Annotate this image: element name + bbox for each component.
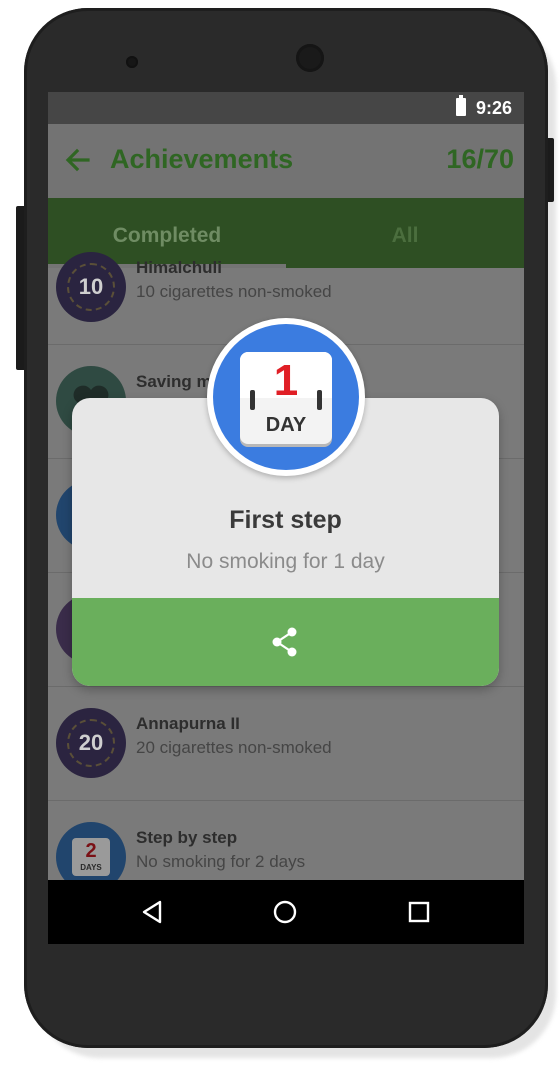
achievement-name: Himalchuli — [136, 258, 222, 277]
achievement-medal: 1 DAY — [207, 318, 365, 476]
front-camera — [296, 44, 324, 72]
achievement-description: 10 cigarettes non-smoked — [136, 282, 332, 301]
share-icon — [272, 627, 297, 657]
achievement-badge: 10 — [56, 252, 126, 322]
app-bar: Achievements 16/70 — [48, 124, 524, 198]
calendar-hinge — [317, 390, 322, 410]
dialog-title: First step — [229, 506, 342, 534]
badge-number: 20 — [78, 730, 104, 755]
achievement-name: Saving m — [136, 372, 212, 391]
medal-unit: DAY — [265, 414, 307, 436]
dialog-description: No smoking for 1 day — [186, 550, 385, 573]
share-button[interactable] — [72, 598, 499, 686]
achievement-description: No smoking for 2 days — [136, 852, 306, 871]
calendar-hinge — [250, 390, 255, 410]
page-title: Achievements — [110, 144, 294, 174]
achievement-badge: 20 — [56, 708, 126, 778]
battery-icon — [456, 95, 466, 116]
home-nav-icon[interactable] — [273, 900, 297, 924]
badge-number: 2 — [85, 840, 97, 862]
badge-unit: DAYS — [80, 863, 102, 872]
achievement-name: Step by step — [136, 828, 238, 847]
list-item[interactable]: 20 Annapurna II 20 cigarettes non-smoked — [48, 686, 524, 801]
calendar-icon: 2 DAYS — [72, 838, 110, 876]
calendar-icon: 1 DAY — [240, 352, 332, 444]
achievement-description: 20 cigarettes non-smoked — [136, 738, 332, 757]
navigation-bar — [48, 880, 524, 944]
badge-number: 10 — [78, 274, 104, 299]
achievement-name: Annapurna II — [136, 714, 240, 733]
back-nav-icon[interactable] — [140, 900, 164, 924]
recents-nav-icon[interactable] — [408, 901, 430, 923]
back-arrow-icon[interactable] — [62, 144, 94, 176]
front-sensor — [126, 56, 138, 68]
status-bar: 9:26 — [48, 92, 524, 124]
achievement-count: 16/70 — [446, 144, 514, 174]
status-time: 9:26 — [476, 98, 513, 118]
